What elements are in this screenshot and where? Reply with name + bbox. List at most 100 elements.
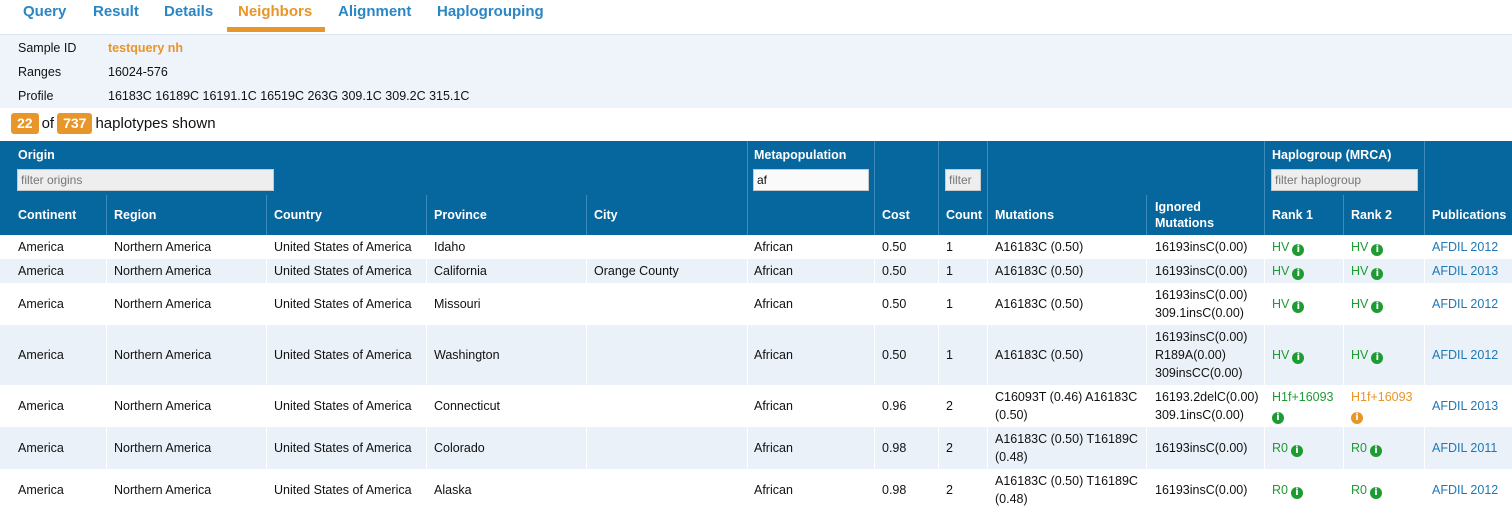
info-circle-icon[interactable]: i: [1290, 445, 1303, 457]
table-row[interactable]: America Northern America United States of …: [0, 235, 1512, 259]
cell-divider: [874, 385, 875, 427]
cell-ignored: 16193insC(0.00): [1155, 262, 1247, 280]
cell-pub[interactable]: AFDIL 2013: [1432, 397, 1498, 415]
tab-details[interactable]: Details: [164, 3, 213, 20]
ignored-line: 16193insC(0.00): [1155, 240, 1248, 254]
filter-metapopulation-input[interactable]: [753, 169, 869, 191]
cell-divider: [938, 427, 939, 469]
filter-count-input[interactable]: [945, 169, 981, 191]
info-circle-icon[interactable]: i: [1371, 352, 1384, 364]
tab-neighbors[interactable]: Neighbors: [238, 3, 312, 20]
info-circle-icon[interactable]: i: [1272, 412, 1284, 424]
info-circle-icon[interactable]: i: [1290, 487, 1303, 499]
cell-continent: America: [18, 439, 64, 457]
cell-divider: [586, 469, 587, 511]
cell-pub[interactable]: AFDIL 2012: [1432, 295, 1498, 313]
column-header-country[interactable]: Country: [274, 208, 322, 222]
origin-group-header: Origin: [18, 148, 55, 162]
table-row[interactable]: America Northern America United States of …: [0, 283, 1512, 325]
info-circle-icon[interactable]: i: [1371, 244, 1384, 256]
cost-text: 0.50: [882, 240, 907, 254]
column-header-mutations[interactable]: Mutations: [995, 208, 1054, 222]
ignored-line: 309.1insC(0.00): [1155, 408, 1244, 422]
cell-cost: 0.96: [882, 397, 906, 415]
cell-country: United States of America: [274, 397, 412, 415]
column-header-rank2[interactable]: Rank 2: [1351, 208, 1392, 222]
metapop-text: African: [754, 441, 793, 455]
info-circle-icon[interactable]: i: [1292, 244, 1305, 256]
info-circle-icon[interactable]: i: [1292, 352, 1305, 364]
info-circle-icon[interactable]: i: [1292, 301, 1305, 313]
haplogroup-label: HV: [1351, 297, 1369, 311]
info-circle-icon[interactable]: i: [1371, 268, 1384, 280]
table-header: Origin Metapopulation Haplogroup (MRCA) …: [0, 141, 1512, 235]
column-header-publications[interactable]: Publications: [1432, 208, 1506, 222]
cell-pub[interactable]: AFDIL 2012: [1432, 481, 1498, 499]
cell-pub[interactable]: AFDIL 2011: [1432, 439, 1497, 457]
metapop-text: African: [754, 348, 793, 362]
cell-province: Washington: [434, 346, 500, 364]
publication-link[interactable]: AFDIL 2011: [1432, 441, 1497, 455]
filter-haplogroup-input[interactable]: [1271, 169, 1418, 191]
cell-country: United States of America: [274, 439, 412, 457]
cell-mutations: A16183C (0.50): [995, 262, 1083, 280]
cell-metapop: African: [754, 439, 793, 457]
region-text: Northern America: [114, 441, 212, 455]
info-circle-icon[interactable]: i: [1371, 301, 1384, 313]
publication-link[interactable]: AFDIL 2012: [1432, 483, 1498, 497]
tab-haplogrouping[interactable]: Haplogrouping: [437, 3, 544, 20]
cell-cost: 0.98: [882, 481, 906, 499]
column-header-cost[interactable]: Cost: [882, 208, 910, 222]
cell-cost: 0.50: [882, 295, 906, 313]
info-circle-icon[interactable]: i: [1369, 487, 1382, 499]
cell-rank2: R0 i: [1351, 439, 1382, 457]
tab-result[interactable]: Result: [93, 3, 139, 20]
tab-query[interactable]: Query: [23, 3, 66, 20]
cell-rank2: HV i: [1351, 346, 1384, 364]
column-header-region[interactable]: Region: [114, 208, 156, 222]
publication-link[interactable]: AFDIL 2013: [1432, 264, 1498, 278]
haplotype-count-summary: 22 of 737 haplotypes shown: [11, 113, 219, 135]
header-divider: [1146, 195, 1147, 235]
country-text: United States of America: [274, 441, 412, 455]
column-header-count[interactable]: Count: [946, 208, 982, 222]
cell-continent: America: [18, 262, 64, 280]
publication-link[interactable]: AFDIL 2012: [1432, 348, 1498, 362]
filter-origins-input[interactable]: [17, 169, 274, 191]
cell-divider: [874, 469, 875, 511]
column-header-rank1[interactable]: Rank 1: [1272, 208, 1313, 222]
table-row[interactable]: America Northern America United States of …: [0, 385, 1512, 427]
table-row[interactable]: America Northern America United States of …: [0, 469, 1512, 511]
column-header-city[interactable]: City: [594, 208, 618, 222]
table-row[interactable]: America Northern America United States of …: [0, 427, 1512, 469]
cell-pub[interactable]: AFDIL 2012: [1432, 346, 1498, 364]
cell-cost: 0.98: [882, 439, 906, 457]
cell-divider: [747, 259, 748, 283]
cell-pub[interactable]: AFDIL 2012: [1432, 238, 1498, 256]
cell-province: Alaska: [434, 481, 472, 499]
region-text: Northern America: [114, 399, 212, 413]
haplogroup-label: R0: [1272, 483, 1288, 497]
cell-divider: [1264, 385, 1265, 427]
table-row[interactable]: America Northern America United States of …: [0, 259, 1512, 283]
info-circle-icon[interactable]: i: [1369, 445, 1382, 457]
table-row[interactable]: America Northern America United States of …: [0, 325, 1512, 385]
column-header-ignored-line2[interactable]: Mutations: [1155, 216, 1214, 230]
publication-link[interactable]: AFDIL 2013: [1432, 399, 1498, 413]
cell-divider: [1264, 259, 1265, 283]
haplogroup-label: HV: [1272, 264, 1290, 278]
cell-rank2: H1f+16093 i: [1351, 388, 1413, 424]
cell-pub[interactable]: AFDIL 2013: [1432, 262, 1498, 280]
publication-link[interactable]: AFDIL 2012: [1432, 240, 1498, 254]
column-header-continent[interactable]: Continent: [18, 208, 76, 222]
publication-link[interactable]: AFDIL 2012: [1432, 297, 1498, 311]
info-circle-icon[interactable]: i: [1292, 268, 1305, 280]
column-header-ignored-line1[interactable]: Ignored: [1155, 200, 1201, 214]
ignored-line: 16193insC(0.00): [1155, 288, 1248, 302]
cell-region: Northern America: [114, 295, 211, 313]
tab-alignment[interactable]: Alignment: [338, 3, 411, 20]
column-header-province[interactable]: Province: [434, 208, 487, 222]
header-divider: [747, 141, 748, 235]
header-divider: [874, 141, 875, 235]
info-circle-icon[interactable]: i: [1351, 412, 1363, 424]
